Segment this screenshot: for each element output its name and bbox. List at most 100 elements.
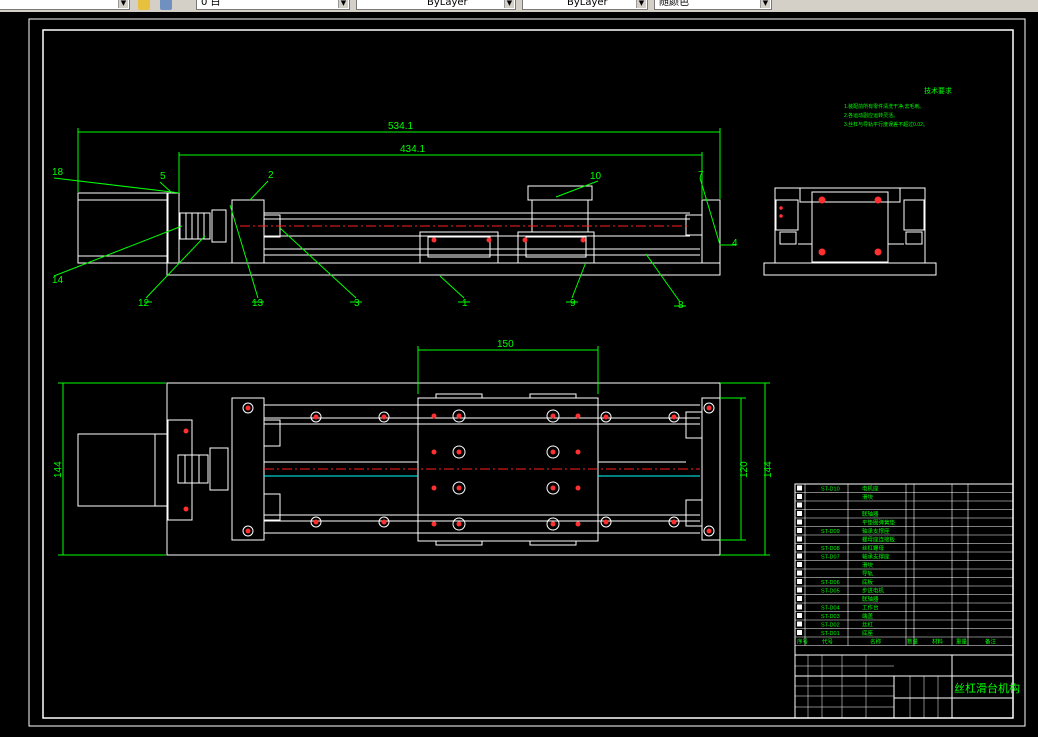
bom-part-code: ST-D07 [821,555,840,561]
bom-part-code: ST-D01 [821,631,840,637]
dim-inner: 434.1 [400,144,425,155]
dim-height-right-inner: 120 [739,461,750,478]
dim-overall: 534.1 [388,121,413,132]
layer-dropdown[interactable]: ▼ [0,0,130,10]
front-dimensions [53,128,736,307]
notes-line-1: 1.装配前所有零件清洗干净,去毛刺。 [844,103,925,110]
color-control[interactable]: 0 白 ▼ [196,0,350,10]
dim-height-left: 144 [53,461,64,478]
plan-dimensions [58,346,770,556]
bom-part-name: 螺母座连接板 [862,536,896,544]
bom-seq-mark [797,596,802,601]
front-dimension-text: 534.1 434.1 18 5 2 10 7 4 14 12 13 3 1 9… [52,121,738,311]
linetype-value: ByLayer [567,0,608,8]
plan-dimension-text: 150 144 144 120 [53,339,774,478]
callout-10: 10 [590,171,602,182]
bom-part-code: ST-D08 [821,546,840,552]
lineweight-value: 随颜色 [659,0,689,8]
callout-8: 8 [678,300,684,311]
chevron-down-icon[interactable]: ▼ [760,0,770,8]
callout-18: 18 [52,167,64,178]
side-view [763,187,937,276]
callout-9: 9 [570,298,576,309]
bom-seq-mark [797,579,802,584]
dim-width-150: 150 [497,339,514,350]
callout-2: 2 [268,170,274,181]
bom-seq-mark [797,587,802,593]
bom-part-code: ST-D06 [821,580,840,586]
bom-part-name: 电机座 [862,485,879,493]
chevron-down-icon[interactable]: ▼ [636,0,646,8]
bom-part-name: 滑块 [862,493,874,501]
bom-seq-mark [797,630,802,635]
bom-header-cell: 名称 [870,638,882,646]
bom-seq-mark [797,545,802,550]
bom-part-code: ST-D03 [821,614,840,620]
chevron-down-icon[interactable]: ▼ [118,0,128,8]
bom-seq-mark [797,519,802,525]
bom-seq-mark [797,604,802,610]
callout-13: 13 [252,298,264,309]
bom-part-name: 丝杠螺母 [862,544,885,552]
layer-state-icon[interactable] [138,0,150,10]
bom-part-code: ST-D05 [821,589,840,595]
callout-7: 7 [698,170,704,181]
bom-part-code: ST-D04 [821,606,840,612]
cad-drawing: 534.1 434.1 18 5 2 10 7 4 14 12 13 3 1 9… [28,18,1026,727]
bom-part-name: 底板 [862,578,874,586]
bom-part-name: 丝杠 [862,621,874,629]
bom-part-code: ST-D02 [821,623,840,629]
bom-seq-mark [797,570,802,576]
front-view [77,185,721,276]
bom-header-cell: 重量 [956,638,968,646]
bom-part-name: 轴承支撑座 [862,553,890,561]
bom-seq-mark [797,511,802,516]
bom-seq-mark [797,562,802,567]
callout-5: 5 [160,171,166,182]
callout-3: 3 [354,298,360,309]
plotstyle-control[interactable]: 随颜色 ▼ [654,0,772,10]
bom-header-cell: 备注 [985,638,997,646]
bom-part-code: ST-D09 [821,529,840,535]
bom-part-name: 联轴器 [862,510,879,518]
bom-seq-mark [797,485,802,491]
bom-part-name: 平垫圈弹簧垫 [862,519,896,527]
front-hole-marks [431,237,586,243]
dim-height-right-outer: 144 [763,461,774,478]
chevron-down-icon[interactable]: ▼ [338,0,348,8]
bom-seq-mark [797,502,802,508]
notes-line-2: 2.各运动副应运转灵活。 [844,112,898,119]
bom-seq-mark [797,553,802,559]
bom-part-name: 联轴器 [862,595,879,603]
bom-seq-mark [797,613,802,618]
side-hole-marks [779,196,882,256]
callout-12: 12 [138,298,150,309]
bom-header-cell: 代号 [822,638,834,646]
bom-header-cell: 数量 [907,638,919,646]
bom-part-name: 步进电机 [862,587,885,595]
bom-header-cell: 材料 [932,638,944,646]
callout-4: 4 [732,238,738,249]
layer-value: 0 白 [201,0,221,8]
bom-part-name: 底座 [862,629,874,637]
color-value: ByLayer [427,0,468,8]
linetype-control[interactable]: ByLayer ▼ [356,0,516,10]
bom-seq-mark [797,494,802,499]
callout-14: 14 [52,275,64,286]
bom-header-cell: 序号 [797,638,809,646]
bom-part-code: ST-D10 [821,487,840,493]
notes-line-3: 3.丝杠与导轨平行度误差不超过0.02。 [844,121,928,128]
notes-title: 技术要求 [924,86,952,95]
drawing-canvas[interactable]: 534.1 434.1 18 5 2 10 7 4 14 12 13 3 1 9… [0,12,1038,737]
callout-1: 1 [462,298,468,309]
bom-part-name: 滑块 [862,561,874,569]
bom-part-name: 导轨 [862,570,874,578]
bom-part-name: 轴承支撑座 [862,527,890,535]
title-block: ST-D10 电机座滑块联轴器平垫圈弹簧垫ST-D09 轴承支撑座螺母座连接板ST-… [794,483,1020,719]
chevron-down-icon[interactable]: ▼ [504,0,514,8]
lineweight-control[interactable]: ByLayer ▼ [522,0,648,10]
drawing-title: 丝杠滑台机构 [954,681,1020,695]
bom-seq-mark [797,528,802,533]
technical-notes: 技术要求 1.装配前所有零件清洗干净,去毛刺。 2.各运动副应运转灵活。 3.丝… [844,86,952,128]
layer-previous-icon[interactable] [160,0,172,10]
